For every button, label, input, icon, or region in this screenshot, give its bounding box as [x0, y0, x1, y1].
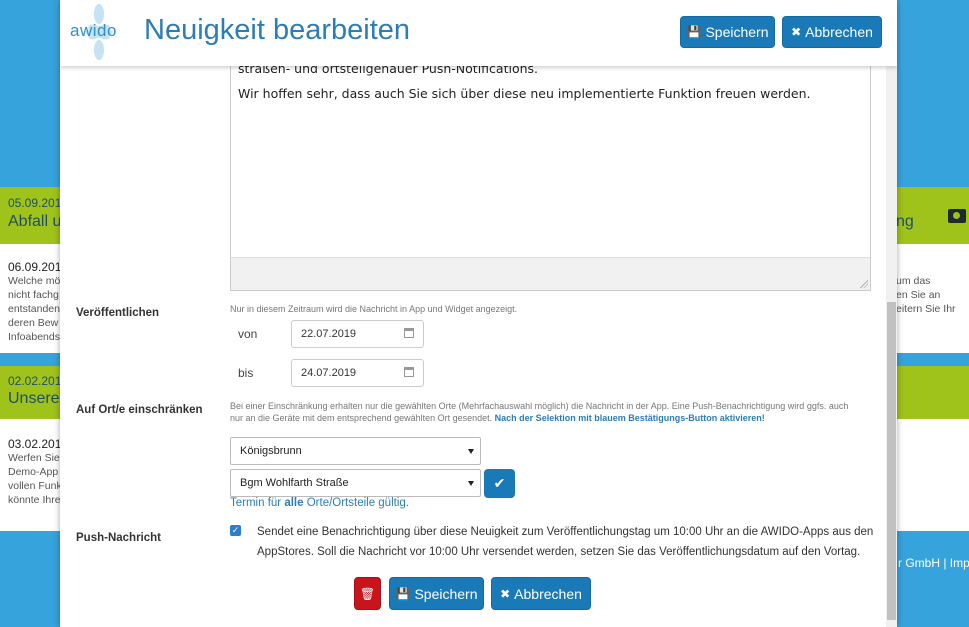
floppy-disk-icon: 💾	[395, 586, 411, 601]
calendar-icon[interactable]	[404, 328, 414, 338]
cancel-button[interactable]: ✖ Abbrechen	[782, 16, 882, 48]
editor-line: Wir hoffen sehr, dass auch Sie sich über…	[238, 86, 811, 101]
to-date-input[interactable]: 24.07.2019	[291, 359, 424, 387]
scrollbar-thumb[interactable]	[887, 302, 896, 620]
locations-validity: Termin für alle Orte/Ortsteile gültig.	[230, 497, 409, 509]
modal-header: awido Neuigkeit bearbeiten 💾 Speichern ✖…	[60, 0, 897, 66]
edit-news-modal: awido Neuigkeit bearbeiten 💾 Speichern ✖…	[60, 0, 897, 627]
chevron-down-icon	[468, 449, 474, 454]
from-label: von	[238, 327, 258, 341]
chevron-down-icon	[468, 481, 474, 486]
delete-button[interactable]: 🗑	[354, 577, 381, 610]
restrict-help: Bei einer Einschränkung erhalten nur die…	[230, 401, 849, 423]
resize-handle-icon[interactable]	[860, 280, 868, 288]
news-text: Werfen Sie Demo-App vollen Funk könnte I…	[8, 452, 62, 506]
to-label: bis	[238, 366, 254, 380]
close-icon: ✖	[500, 586, 511, 601]
news-title: Abfall u	[8, 213, 62, 230]
logo-text: awido	[70, 21, 117, 40]
news-text-right: um das en Sie an eitern Sie Ihr	[896, 275, 956, 315]
page-title: Neuigkeit bearbeiten	[144, 14, 411, 46]
trash-icon: 🗑	[359, 586, 376, 601]
cancel-button-bottom[interactable]: ✖ Abbrechen	[491, 577, 591, 610]
editor-statusbar	[231, 257, 870, 290]
message-editor[interactable]: straßen- und ortsteilgenauer Push-Notifi…	[230, 40, 871, 291]
street-select[interactable]: Bgm Wohlfarth Straße	[230, 469, 481, 497]
publish-help: Nur in diesem Zeitraum wird die Nachrich…	[230, 304, 518, 314]
push-checkbox[interactable]: ✓	[230, 525, 241, 536]
push-description: Sendet eine Benachrichtigung über diese …	[257, 526, 874, 558]
calendar-icon[interactable]	[404, 367, 414, 377]
news-text: Welche mö nicht fachg entstanden deren B…	[8, 275, 61, 343]
checkmark-icon: ✔	[493, 475, 506, 491]
news-title-right: ng	[896, 213, 914, 230]
news-title: Unsere	[8, 390, 60, 407]
camera-icon[interactable]	[948, 209, 966, 223]
push-label: Push-Nachricht	[76, 532, 161, 544]
from-date-input[interactable]: 22.07.2019	[291, 320, 424, 348]
publish-label: Veröffentlichen	[76, 307, 160, 319]
place-select[interactable]: Königsbrunn	[230, 437, 481, 465]
confirm-location-button[interactable]: ✔	[484, 469, 515, 498]
footer-imprint[interactable]: r GmbH | Imp	[898, 556, 969, 570]
close-icon: ✖	[791, 25, 802, 39]
restrict-label: Auf Ort/e einschränken	[76, 404, 203, 416]
floppy-disk-icon: 💾	[686, 25, 702, 39]
save-button[interactable]: 💾 Speichern	[680, 16, 775, 48]
save-button-bottom[interactable]: 💾 Speichern	[389, 577, 484, 610]
